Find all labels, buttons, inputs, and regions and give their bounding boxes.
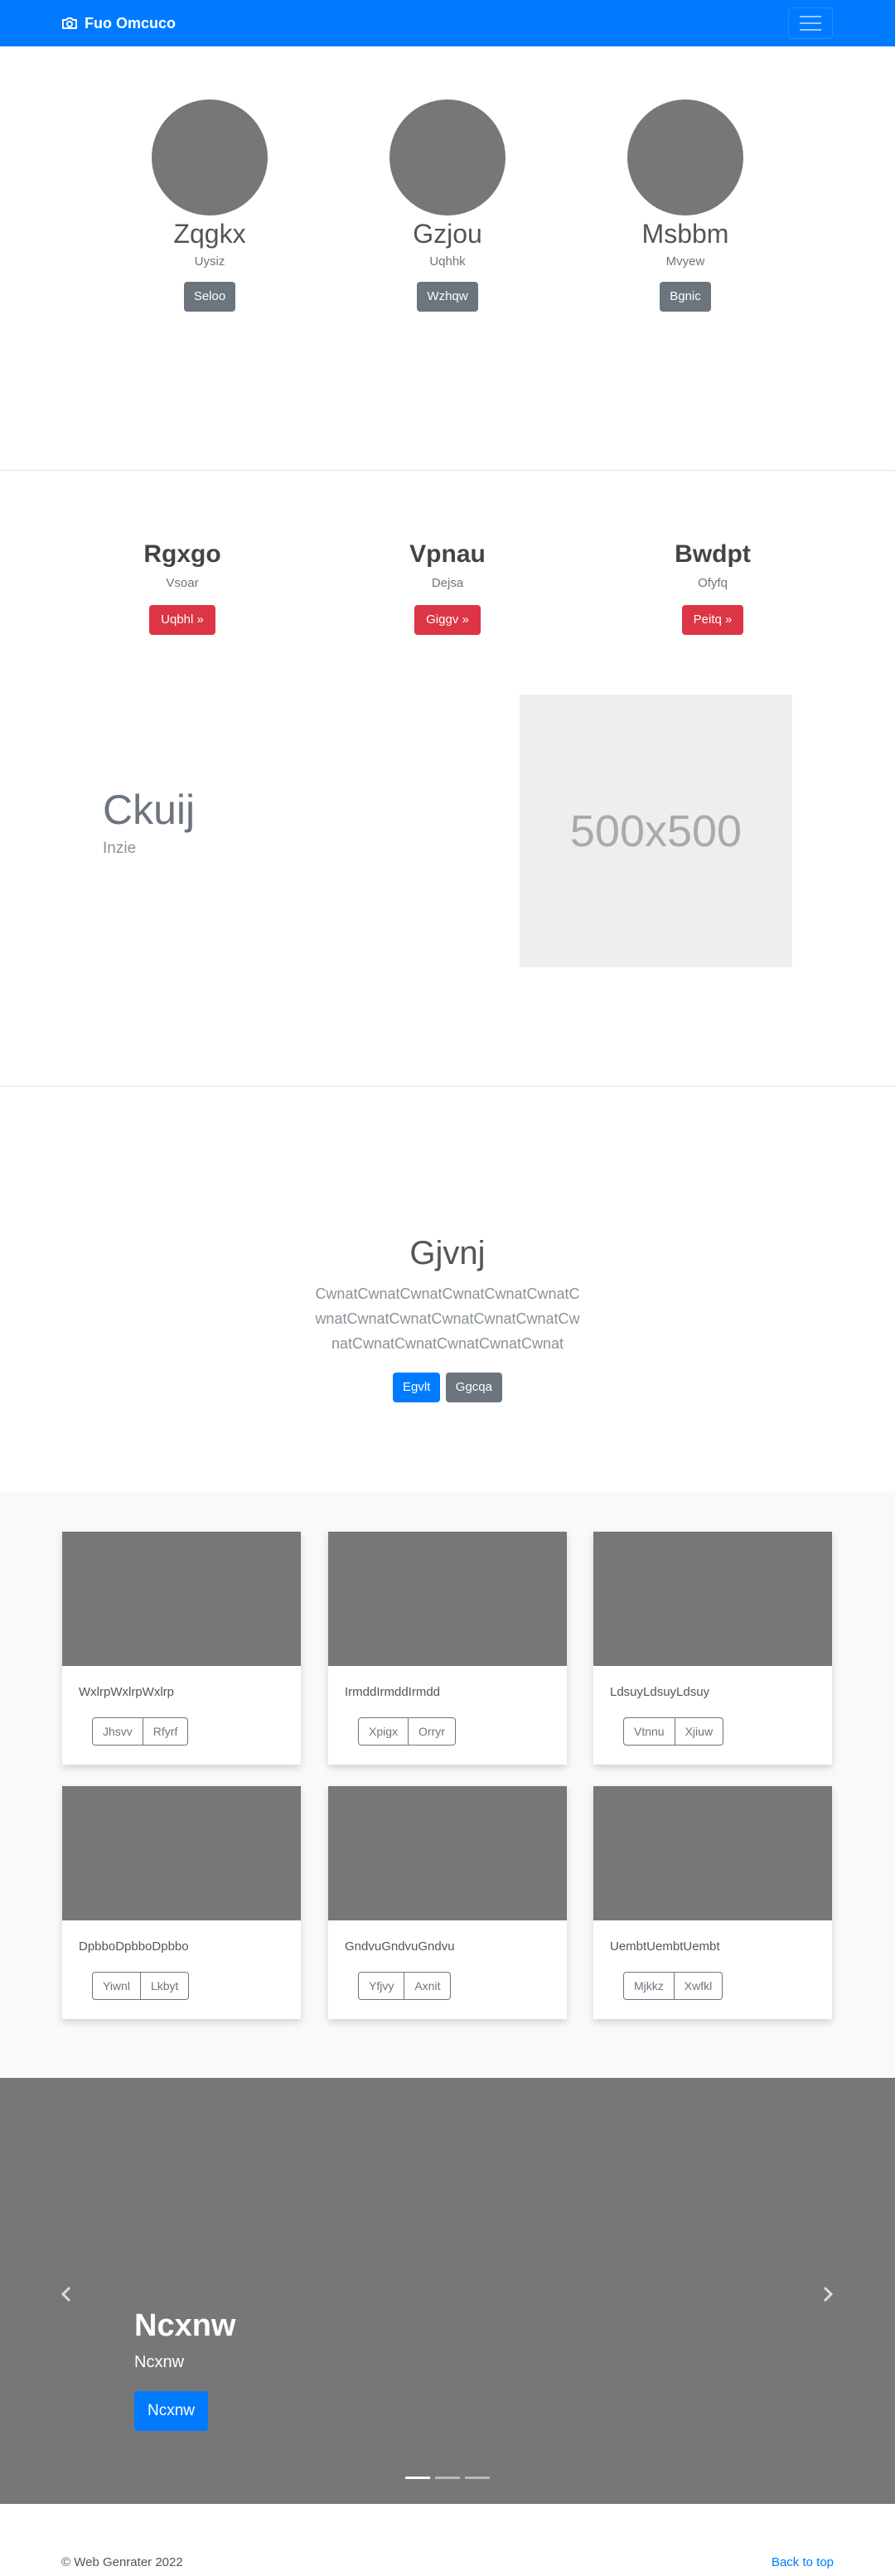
jumbotron-buttons: Egvlt Ggcqa — [0, 1373, 895, 1402]
feature-button[interactable]: Giggv » — [414, 605, 481, 635]
album-card: WxlrpWxlrpWxlrp Jhsvv Rfyrf — [62, 1532, 301, 1765]
person-subtitle: Uqhhk — [429, 254, 466, 269]
card-button-group: Vtnnu Xjiuw — [623, 1717, 724, 1746]
feature-column: Rgxgo Vsoar Uqbhl » — [83, 539, 282, 635]
feature-button[interactable]: Peitq » — [681, 605, 744, 635]
chevron-right-icon — [823, 2286, 834, 2302]
feature-button[interactable]: Uqbhl » — [149, 605, 215, 635]
feature-subtitle: Vsoar — [166, 576, 199, 590]
featurette-subheading: Inzie — [103, 840, 137, 857]
card-view-button[interactable]: Mjkkz — [623, 1972, 675, 2000]
card-text: UembtUembtUembt — [610, 1939, 720, 1954]
card-edit-button[interactable]: Rfyrf — [143, 1717, 189, 1746]
card-text: LdsuyLdsuyLdsuy — [610, 1685, 710, 1699]
carousel-indicators — [0, 2477, 895, 2479]
card-thumbnail — [328, 1532, 567, 1666]
person-name: Msbbm — [641, 219, 729, 249]
carousel-prev-button[interactable] — [54, 2282, 79, 2307]
card-thumbnail — [593, 1786, 832, 1920]
divider — [0, 470, 895, 471]
card-view-button[interactable]: Jhsvv — [92, 1717, 143, 1746]
feature-subtitle: Dejsa — [431, 576, 464, 590]
person-card: Zqgkx Uysiz Seloo — [110, 99, 309, 312]
featurette-heading: Ckuij — [103, 787, 196, 833]
person-subtitle: Mvyew — [665, 254, 705, 269]
camera-icon — [62, 17, 77, 29]
carousel-indicator[interactable] — [405, 2477, 430, 2479]
carousel-caption-text: Ncxnw — [134, 2353, 185, 2371]
album-card: GndvuGndvuGndvu Yfjvy Axnit — [328, 1786, 567, 2019]
team-section: Zqgkx Uysiz Seloo Gzjou Uqhhk Wzhqw Msbb… — [0, 46, 895, 470]
card-button-group: Yiwnl Lkbyt — [92, 1972, 190, 2000]
card-button-group: Mjkkz Xwfkl — [623, 1972, 723, 2000]
card-text: WxlrpWxlrpWxlrp — [79, 1685, 174, 1699]
carousel-indicator[interactable] — [435, 2477, 460, 2479]
placeholder-image: 500x500 — [520, 695, 792, 967]
person-subtitle: Uysiz — [194, 254, 225, 269]
card-edit-button[interactable]: Lkbyt — [140, 1972, 190, 2000]
person-card: Msbbm Mvyew Bgnic — [586, 99, 785, 312]
card-thumbnail — [62, 1532, 301, 1666]
navbar: Fuo Omcuco — [0, 0, 895, 46]
feature-column: Bwdpt Ofyfq Peitq » — [613, 539, 812, 635]
person-name: Gzjou — [413, 219, 482, 249]
album-card: UembtUembtUembt Mjkkz Xwfkl — [593, 1786, 832, 2019]
person-button[interactable]: Wzhqw — [417, 282, 478, 312]
card-view-button[interactable]: Xpigx — [358, 1717, 409, 1746]
card-button-group: Jhsvv Rfyrf — [92, 1717, 189, 1746]
feature-subtitle: Ofyfq — [698, 576, 728, 590]
carousel-button[interactable]: Ncxnw — [134, 2391, 209, 2431]
card-view-button[interactable]: Vtnnu — [623, 1717, 675, 1746]
card-text: GndvuGndvuGndvu — [345, 1939, 455, 1954]
brand-text: Fuo Omcuco — [85, 14, 177, 31]
card-button-group: Xpigx Orryr — [358, 1717, 456, 1746]
feature-title: Bwdpt — [675, 540, 751, 568]
chevron-left-icon — [60, 2286, 71, 2302]
card-edit-button[interactable]: Xwfkl — [674, 1972, 723, 2000]
feature-column: Vpnau Dejsa Giggv » — [348, 539, 547, 635]
card-view-button[interactable]: Yfjvy — [358, 1972, 405, 2000]
avatar — [152, 99, 268, 215]
album-section: WxlrpWxlrpWxlrp Jhsvv Rfyrf IrmddIrmddIr… — [0, 1492, 895, 2078]
card-text: IrmddIrmddIrmdd — [345, 1685, 441, 1699]
card-edit-button[interactable]: Xjiuw — [675, 1717, 724, 1746]
placeholder-label: 500x500 — [569, 806, 743, 856]
back-to-top-link[interactable]: Back to top — [772, 2554, 834, 2571]
person-card: Gzjou Uqhhk Wzhqw — [348, 99, 547, 312]
brand-link[interactable]: Fuo Omcuco — [61, 12, 176, 35]
album-card: LdsuyLdsuyLdsuy Vtnnu Xjiuw — [593, 1532, 832, 1765]
card-thumbnail — [328, 1786, 567, 1920]
secondary-button[interactable]: Ggcqa — [445, 1373, 502, 1402]
feature-title: Vpnau — [409, 540, 486, 568]
person-name: Zqgkx — [173, 219, 246, 249]
carousel-indicator[interactable] — [465, 2477, 490, 2479]
card-edit-button[interactable]: Axnit — [404, 1972, 452, 2000]
navbar-toggler-button[interactable] — [788, 7, 833, 39]
card-view-button[interactable]: Yiwnl — [92, 1972, 141, 2000]
carousel-caption-title: Ncxnw — [134, 2308, 236, 2343]
footer-copyright: © Web Genrater 2022 — [61, 2555, 183, 2569]
carousel-next-button[interactable] — [815, 2282, 840, 2307]
hamburger-icon — [800, 16, 821, 17]
avatar — [389, 99, 506, 215]
card-edit-button[interactable]: Orryr — [409, 1717, 456, 1746]
avatar — [627, 99, 743, 215]
feature-title: Rgxgo — [143, 540, 221, 568]
card-button-group: Yfjvy Axnit — [358, 1972, 452, 2000]
card-thumbnail — [593, 1532, 832, 1666]
card-thumbnail — [62, 1786, 301, 1920]
album-card: DpbboDpbboDpbbo Yiwnl Lkbyt — [62, 1786, 301, 2019]
album-card: IrmddIrmddIrmdd Xpigx Orryr — [328, 1532, 567, 1765]
jumbotron-lead: CwnatCwnatCwnatCwnatCwnatCwnatCwnatCwnat… — [315, 1286, 580, 1352]
divider — [0, 1086, 895, 1087]
primary-button[interactable]: Egvlt — [392, 1373, 441, 1402]
card-text: DpbboDpbboDpbbo — [79, 1939, 189, 1954]
jumbotron-title: Gjvnj — [409, 1235, 486, 1271]
carousel: Ncxnw Ncxnw Ncxnw — [0, 2078, 895, 2504]
person-button[interactable]: Bgnic — [660, 282, 711, 312]
person-button[interactable]: Seloo — [183, 282, 236, 312]
